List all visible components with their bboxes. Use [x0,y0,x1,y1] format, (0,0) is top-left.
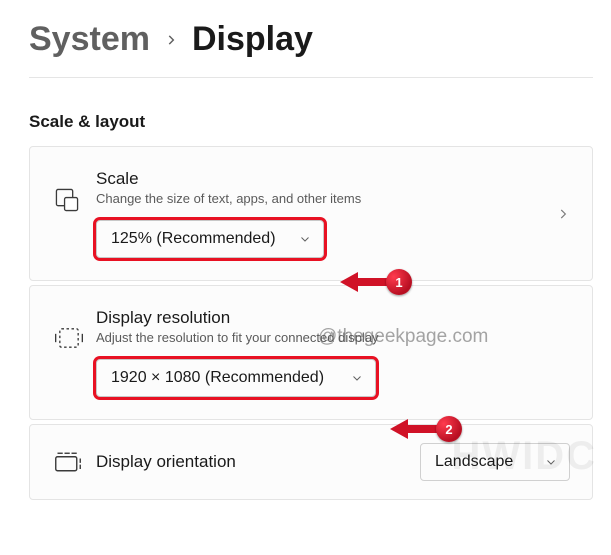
scale-description: Change the size of text, apps, and other… [96,191,556,206]
resolution-dropdown-value: 1920 × 1080 (Recommended) [111,369,337,387]
scale-setting-row[interactable]: Scale Change the size of text, apps, and… [29,146,593,281]
scale-expand-chevron[interactable] [556,207,570,221]
resolution-setting-row[interactable]: Display resolution Adjust the resolution… [29,285,593,420]
chevron-down-icon [545,456,557,468]
breadcrumb-parent[interactable]: System [29,20,150,59]
section-title: Scale & layout [29,112,593,132]
orientation-title: Display orientation [96,452,420,472]
resolution-dropdown[interactable]: 1920 × 1080 (Recommended) [96,359,376,397]
scale-dropdown[interactable]: 125% (Recommended) [96,220,324,258]
resolution-description: Adjust the resolution to fit your connec… [96,330,570,345]
orientation-dropdown-value: Landscape [435,453,531,471]
orientation-dropdown[interactable]: Landscape [420,443,570,481]
scale-title: Scale [96,169,556,189]
scale-dropdown-value: 125% (Recommended) [111,230,285,248]
chevron-down-icon [299,233,311,245]
orientation-setting-row[interactable]: Display orientation Landscape [29,424,593,500]
orientation-icon [54,451,96,473]
resolution-icon [54,326,96,350]
resolution-title: Display resolution [96,308,570,328]
chevron-down-icon [351,372,363,384]
divider [29,77,593,78]
breadcrumb-current: Display [192,20,313,59]
chevron-right-icon [164,33,178,47]
scale-icon [54,187,96,213]
breadcrumb: System Display [29,20,593,59]
